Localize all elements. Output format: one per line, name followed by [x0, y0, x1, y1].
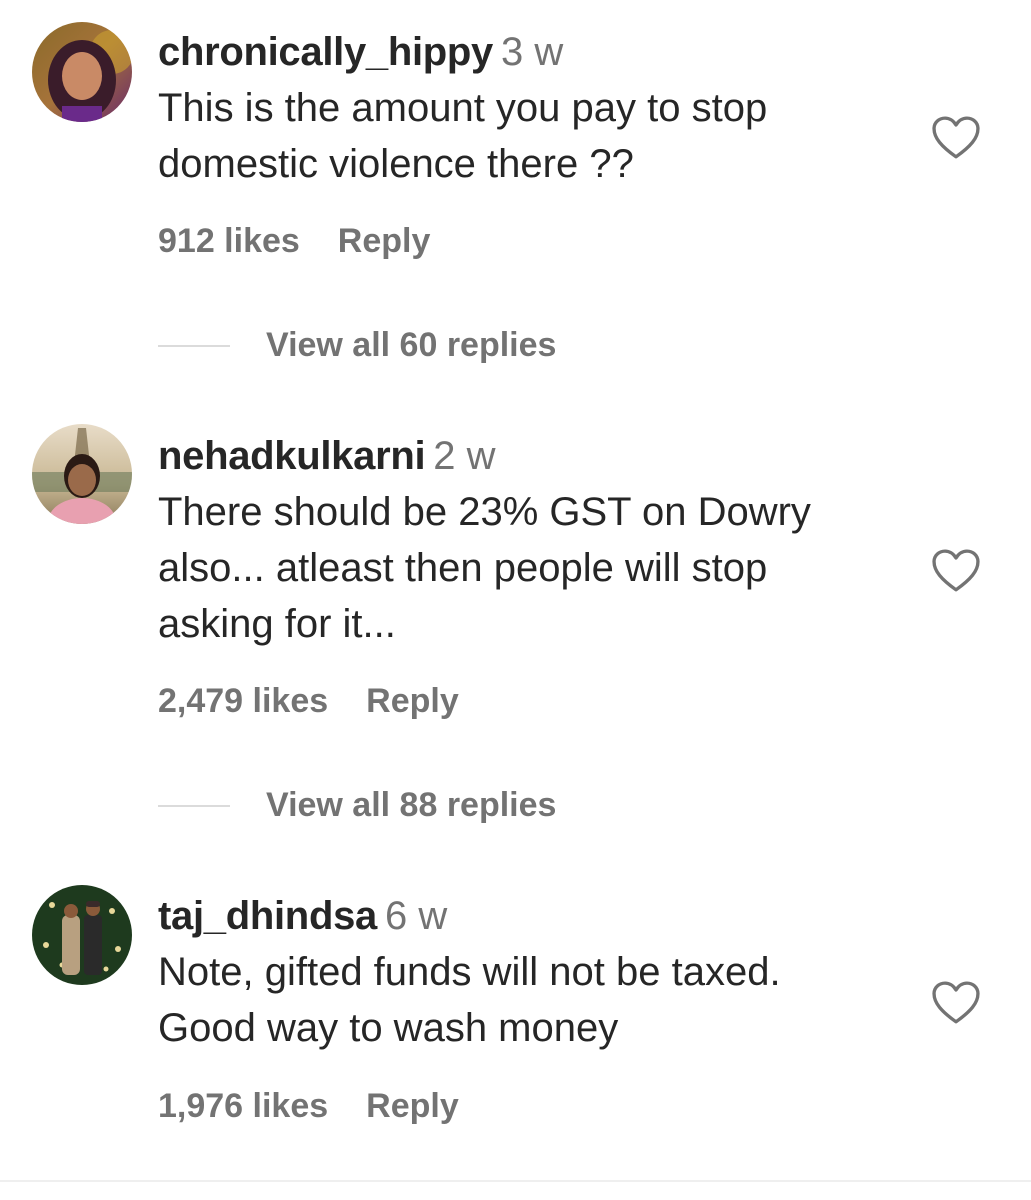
view-replies-button[interactable]: View all 88 replies	[158, 786, 556, 825]
avatar[interactable]	[32, 22, 132, 122]
comment-username[interactable]: nehadkulkarni	[158, 434, 426, 478]
comment-timestamp[interactable]: 3 w	[501, 30, 563, 74]
heart-outline-icon[interactable]	[930, 115, 982, 161]
reply-button[interactable]: Reply	[366, 682, 459, 720]
view-replies-label[interactable]: View all 88 replies	[266, 786, 556, 825]
replies-divider	[158, 344, 230, 347]
heart-outline-icon[interactable]	[930, 980, 982, 1026]
reply-button[interactable]: Reply	[366, 1087, 459, 1125]
comment-username[interactable]: chronically_hippy	[158, 30, 493, 74]
bottom-divider	[0, 1180, 1031, 1182]
comment-timestamp[interactable]: 2 w	[433, 434, 495, 478]
comment-likes[interactable]: 912 likes	[158, 222, 300, 260]
view-replies-label[interactable]: View all 60 replies	[266, 326, 556, 365]
comment-text: This is the amount you pay to stop domes…	[158, 86, 768, 186]
comment-likes[interactable]: 1,976 likes	[158, 1087, 328, 1125]
comment-text: Note, gifted funds will not be taxed. Go…	[158, 950, 781, 1050]
avatar[interactable]	[32, 885, 132, 985]
avatar[interactable]	[32, 424, 132, 524]
comment-username[interactable]: taj_dhindsa	[158, 894, 377, 938]
comment-timestamp[interactable]: 6 w	[385, 894, 447, 938]
heart-outline-icon[interactable]	[930, 548, 982, 594]
comment-text: There should be 23% GST on Dowry also...…	[158, 490, 811, 646]
comment-likes[interactable]: 2,479 likes	[158, 682, 328, 720]
replies-divider	[158, 804, 230, 807]
view-replies-button[interactable]: View all 60 replies	[158, 326, 556, 365]
reply-button[interactable]: Reply	[338, 222, 431, 260]
